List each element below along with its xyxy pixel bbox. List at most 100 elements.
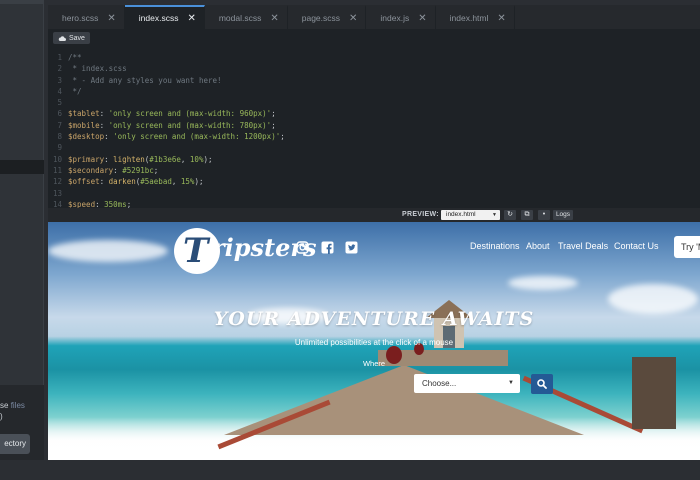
where-label: Where (362, 359, 386, 368)
site-search-input[interactable]: Try 'M (674, 236, 700, 258)
line-number: 6 (57, 109, 62, 119)
sidebar-selected-item[interactable] (0, 160, 44, 174)
code-text: $desktop: 'only screen and (max-width: 1… (68, 132, 285, 142)
tab-label: modal.scss (218, 13, 262, 23)
line-number: 14 (52, 199, 62, 208)
chevron-down-icon: ▼ (492, 212, 497, 218)
logo-letter: T (183, 231, 209, 271)
line-number: 3 (57, 75, 62, 85)
cloud-icon (58, 36, 66, 41)
close-icon[interactable]: ✕ (107, 13, 115, 24)
save-button[interactable]: Save (53, 32, 90, 44)
tab-label: index.scss (138, 13, 179, 23)
twitter-icon[interactable] (345, 241, 358, 254)
code-text: */ (68, 86, 82, 96)
nav-destinations[interactable]: Destinations (470, 241, 520, 251)
tab-index-html[interactable]: index.html ✕ (436, 5, 515, 29)
code-text: $mobile: 'only screen and (max-width: 78… (68, 120, 276, 130)
tab-label: index.js (380, 13, 410, 23)
line-number: 8 (57, 132, 62, 142)
tab-page-scss[interactable]: page.scss ✕ (288, 5, 367, 29)
code-line[interactable]: 8 $desktop: 'only screen and (max-width: … (48, 131, 700, 142)
cloud-shape (508, 276, 578, 290)
tab-modal-scss[interactable]: modal.scss ✕ (205, 5, 288, 29)
code-editor: hero.scss ✕ index.scss ✕ modal.scss ✕ page.scs… (48, 0, 700, 212)
code-line[interactable]: 6 $tablet: 'only screen and (max-width: 9… (48, 108, 700, 119)
line-number: 2 (57, 64, 62, 74)
dot-icon[interactable]: • (538, 210, 550, 220)
code-line[interactable]: 14 $speed: 350ms; (48, 199, 700, 208)
code-text: /** (68, 53, 82, 62)
external-link-icon[interactable]: ⧉ (521, 210, 533, 220)
code-text: * - Add any styles you want here! (68, 75, 222, 85)
code-line[interactable]: 13 (48, 188, 700, 199)
search-icon (537, 379, 547, 389)
close-icon[interactable]: ✕ (497, 13, 505, 24)
app-window: se files ) ectory hero.scss ✕ index.scss ✕ m… (0, 0, 700, 480)
line-number: 5 (57, 98, 62, 108)
line-number: 9 (57, 143, 62, 153)
tab-label: page.scss (301, 13, 341, 23)
preview-file-select[interactable]: index.html ▼ (441, 210, 500, 220)
nav-contact-us[interactable]: Contact Us (614, 241, 659, 251)
line-number: 1 (57, 53, 62, 62)
code-line[interactable]: 4 */ (48, 86, 700, 97)
code-text: $offset: darken(#5aebad, 15%); (68, 177, 204, 187)
code-text: $speed: 350ms; (68, 199, 132, 208)
code-line[interactable]: 11 $secondary: #5291bc; (48, 165, 700, 176)
close-icon[interactable]: ✕ (418, 13, 426, 24)
line-number: 7 (57, 120, 62, 130)
nav-travel-deals[interactable]: Travel Deals (558, 241, 608, 251)
code-line[interactable]: 1 /** (48, 52, 700, 63)
line-number: 12 (52, 177, 62, 187)
code-line[interactable]: 5 (48, 97, 700, 108)
preview-label: PREVIEW: (402, 211, 439, 218)
hero-subtitle: Unlimited possibilities at the click of … (294, 338, 454, 347)
code-line[interactable]: 10 $primary: lighten(#1b3e6e, 10%); (48, 154, 700, 165)
instagram-icon[interactable] (296, 241, 309, 254)
editor-tabs: hero.scss ✕ index.scss ✕ modal.scss ✕ page.scs… (48, 5, 700, 29)
sidebar-upload-text: se files ) (0, 401, 25, 421)
search-button[interactable] (531, 374, 553, 394)
save-label: Save (69, 34, 85, 42)
tab-label: index.html (449, 13, 489, 23)
nav-about[interactable]: About (526, 241, 550, 251)
file-sidebar: se files ) ectory (0, 0, 44, 460)
tab-index-js[interactable]: index.js ✕ (366, 5, 436, 29)
editor-toolbar: Save (48, 29, 700, 47)
destination-select-value: Choose... (422, 379, 457, 388)
refresh-icon[interactable]: ↻ (504, 210, 516, 220)
close-icon[interactable]: ✕ (270, 13, 278, 24)
chevron-down-icon: ▼ (508, 380, 514, 386)
tab-hero-scss[interactable]: hero.scss ✕ (48, 5, 125, 29)
tab-index-scss[interactable]: index.scss ✕ (124, 5, 205, 29)
logs-button[interactable]: Logs (553, 210, 573, 220)
code-text: * index.scss (68, 64, 127, 74)
destination-select[interactable]: Choose... ▼ (414, 374, 520, 393)
code-line[interactable]: 7 $mobile: 'only screen and (max-width: 7… (48, 120, 700, 131)
facebook-icon[interactable] (321, 241, 334, 254)
code-text: $secondary: #5291bc; (68, 165, 159, 175)
close-icon[interactable]: ✕ (349, 13, 357, 24)
code-text: $primary: lighten(#1b3e6e, 10%); (68, 154, 213, 164)
code-line[interactable]: 3 * - Add any styles you want here! (48, 75, 700, 86)
tab-label: hero.scss (62, 13, 99, 23)
code-area[interactable]: 1/** 2 * index.scss 3 * - Add any styles y… (48, 52, 700, 208)
code-text: $tablet: 'only screen and (max-width: 96… (68, 109, 276, 119)
status-bar (0, 460, 700, 480)
line-number: 4 (57, 86, 62, 96)
code-line[interactable]: 12 $offset: darken(#5aebad, 15%); (48, 176, 700, 187)
line-number: 10 (52, 154, 62, 164)
sidebar-header (0, 0, 44, 4)
close-icon[interactable]: ✕ (187, 13, 195, 24)
preview-file-value: index.html (446, 211, 476, 218)
line-number: 13 (52, 188, 62, 198)
preview-site: T ripsters Destinations About Travel Dea… (48, 222, 700, 460)
select-directory-button[interactable]: ectory (0, 434, 30, 454)
cloud-shape (48, 240, 168, 262)
code-line[interactable]: 9 (48, 142, 700, 153)
code-line[interactable]: 2 * index.scss (48, 63, 700, 74)
line-number: 11 (52, 165, 62, 175)
preview-toolbar: PREVIEW: index.html ▼ ↻ ⧉ • Logs (48, 208, 700, 222)
hero-title: YOUR ADVENTURE AWAITS (213, 308, 535, 330)
